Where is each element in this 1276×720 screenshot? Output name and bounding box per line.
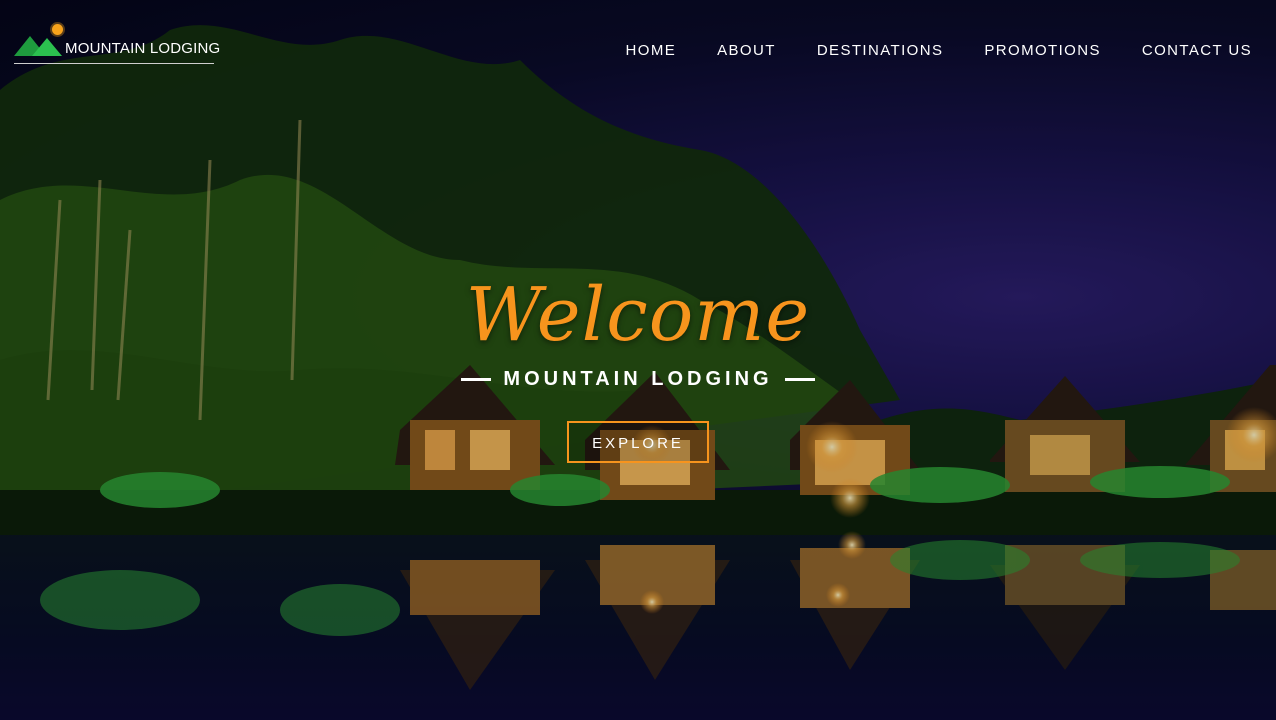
nav-contact-us[interactable]: CONTACT US [1142, 42, 1252, 59]
hero-subtitle: MOUNTAIN LODGING [503, 368, 773, 390]
sun-icon [52, 24, 63, 35]
hero-welcome-heading: Welcome [465, 272, 811, 358]
hero-section: Welcome MOUNTAIN LODGING EXPLORE [0, 270, 1276, 463]
subtitle-left-dash [461, 378, 492, 381]
mountain-peak-icon [32, 38, 62, 56]
subtitle-right-dash [784, 378, 815, 381]
brand-name: MOUNTAIN LODGING [65, 40, 221, 57]
hero-subtitle-row: MOUNTAIN LODGING [0, 368, 1276, 391]
nav-home[interactable]: HOME [626, 42, 677, 59]
brand-logo[interactable]: MOUNTAIN LODGING [14, 22, 220, 66]
nav-promotions[interactable]: PROMOTIONS [984, 42, 1101, 59]
nav-about[interactable]: ABOUT [717, 42, 776, 59]
logo-underline [14, 63, 214, 64]
explore-button[interactable]: EXPLORE [567, 421, 709, 463]
main-navigation: HOME ABOUT DESTINATIONS PROMOTIONS CONTA… [585, 42, 1252, 59]
nav-destinations[interactable]: DESTINATIONS [817, 42, 944, 59]
